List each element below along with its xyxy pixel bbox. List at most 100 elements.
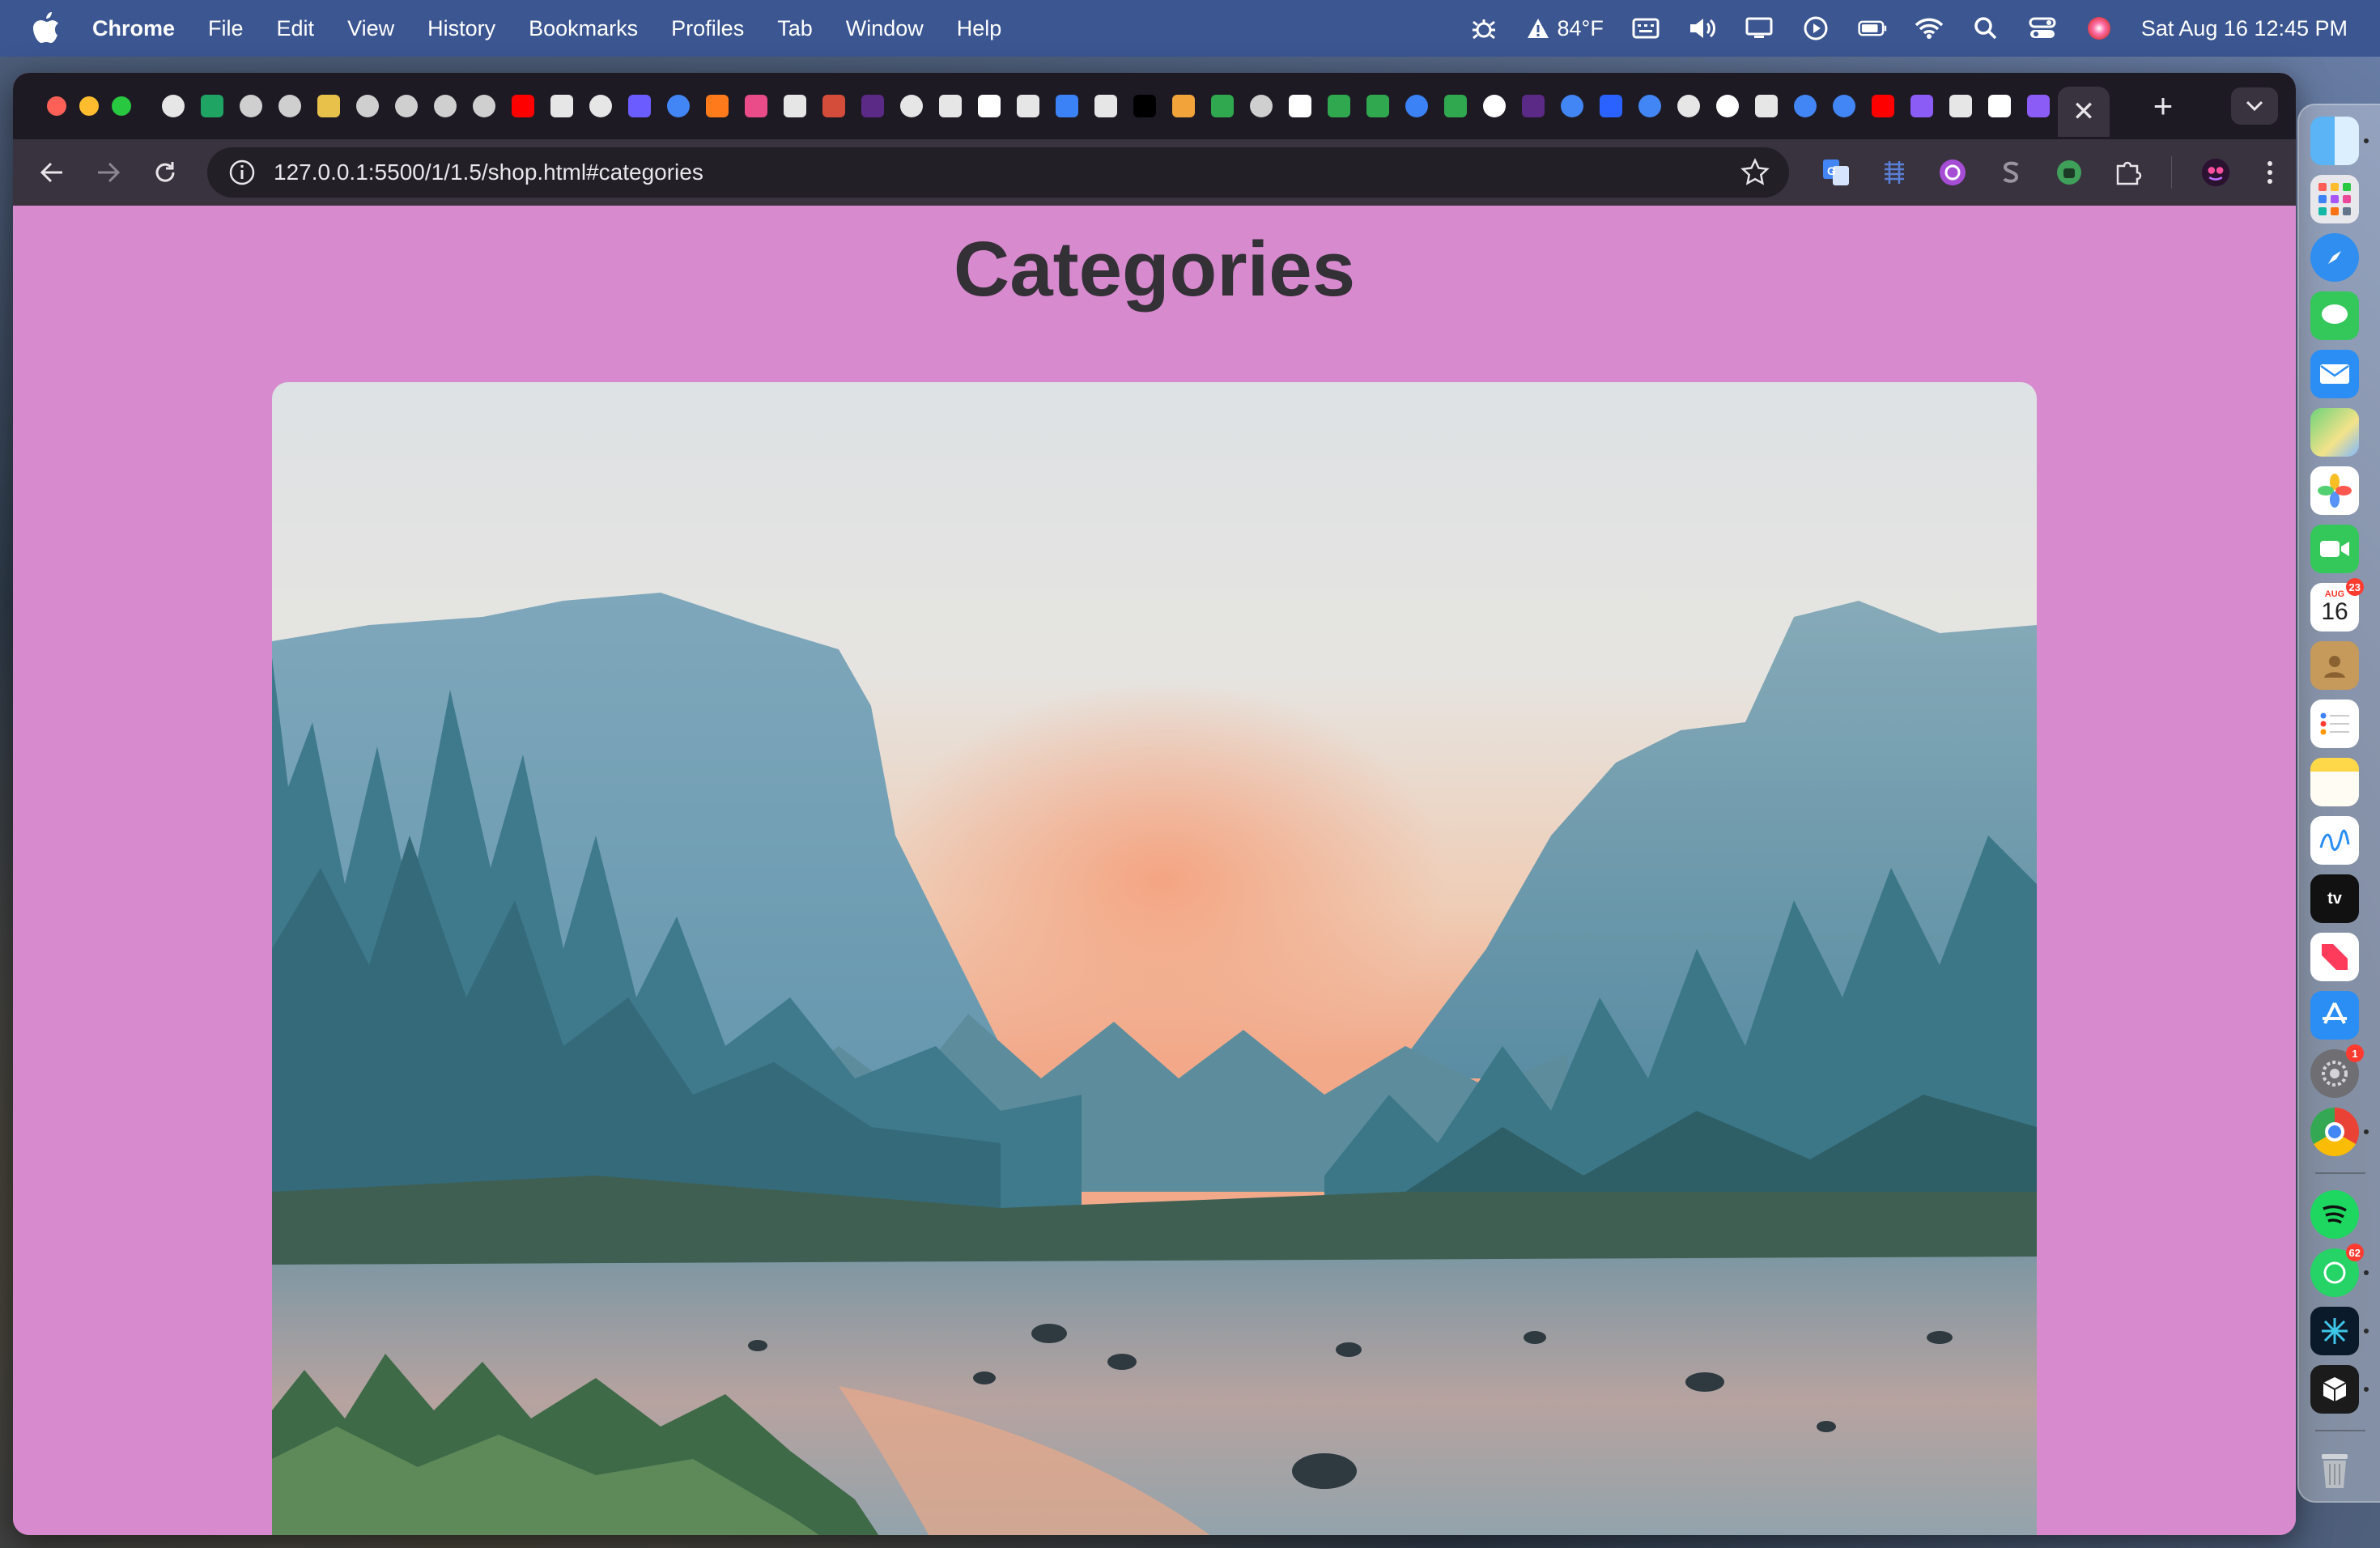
pinned-tab[interactable] [1592, 82, 1630, 130]
battery-icon[interactable] [1858, 14, 1887, 43]
green-extension-icon[interactable] [2055, 158, 2084, 187]
pinned-tab[interactable] [1475, 82, 1514, 130]
reminders-icon[interactable] [2310, 700, 2359, 748]
new-tab-button[interactable]: + [2145, 87, 2181, 125]
pinned-tab[interactable] [154, 82, 193, 130]
cursor-editor-icon[interactable] [2310, 1307, 2369, 1355]
app-store-icon[interactable] [2310, 991, 2359, 1040]
pinned-tab[interactable] [581, 82, 620, 130]
cube-app-icon[interactable] [2310, 1365, 2369, 1414]
pinned-tab[interactable] [270, 82, 309, 130]
menu-view[interactable]: View [347, 16, 394, 41]
trash-icon[interactable] [2310, 1446, 2359, 1495]
display-icon[interactable] [1745, 14, 1774, 43]
pinned-tab[interactable] [931, 82, 970, 130]
menu-tab[interactable]: Tab [777, 16, 813, 41]
pinned-tab[interactable] [542, 82, 581, 130]
pinned-tab[interactable] [814, 82, 853, 130]
reader-extension-icon[interactable] [1880, 158, 1909, 187]
pinned-tab[interactable] [193, 82, 232, 130]
pinned-tab[interactable] [1358, 82, 1397, 130]
pinned-tab[interactable] [892, 82, 931, 130]
pinned-tab[interactable] [1980, 82, 2019, 130]
messages-icon[interactable] [2310, 291, 2359, 340]
wifi-icon[interactable] [1915, 14, 1944, 43]
pinned-tab[interactable] [1164, 82, 1203, 130]
pinned-tab[interactable] [970, 82, 1009, 130]
volume-icon[interactable] [1688, 14, 1717, 43]
tab-search-button[interactable] [2231, 87, 2278, 125]
tab-close-icon[interactable]: ✕ [2072, 96, 2096, 128]
pinned-tab[interactable] [853, 82, 892, 130]
pinned-tab[interactable] [737, 82, 776, 130]
pinned-tab[interactable] [1242, 82, 1281, 130]
google-translate-icon[interactable]: G [1821, 158, 1851, 187]
bug-status-icon[interactable] [1469, 14, 1498, 43]
weather-widget[interactable]: 84°F [1526, 16, 1604, 41]
facetime-icon[interactable] [2310, 525, 2359, 573]
pinned-tab[interactable] [1203, 82, 1242, 130]
window-zoom-button[interactable] [112, 96, 131, 116]
window-close-button[interactable] [47, 96, 66, 116]
apple-menu-icon[interactable] [32, 12, 60, 45]
menubar-clock[interactable]: Sat Aug 16 12:45 PM [2141, 16, 2348, 41]
pinned-tab[interactable] [2019, 82, 2058, 130]
purple-extension-icon[interactable] [1938, 158, 1967, 187]
safari-icon[interactable] [2310, 233, 2359, 282]
pinned-tab[interactable] [698, 82, 737, 130]
pinned-tab[interactable] [426, 82, 465, 130]
pinned-tab[interactable] [387, 82, 426, 130]
pinned-tab[interactable] [659, 82, 698, 130]
reload-button[interactable] [146, 153, 185, 192]
mail-icon[interactable] [2310, 350, 2359, 398]
pinned-tab[interactable] [1009, 82, 1048, 130]
pinned-tab[interactable] [232, 82, 270, 130]
url-text[interactable]: 127.0.0.1:5500/1/1.5/shop.html#categorie… [274, 159, 703, 185]
pinned-tab[interactable] [465, 82, 504, 130]
pinned-tab[interactable] [1320, 82, 1358, 130]
pinned-tab[interactable] [1086, 82, 1125, 130]
apple-tv-icon[interactable]: tv [2310, 874, 2359, 923]
pinned-tab[interactable] [1902, 82, 1941, 130]
profile-avatar[interactable] [2201, 158, 2230, 187]
spotlight-search-icon[interactable] [1971, 14, 2000, 43]
pinned-tab[interactable] [620, 82, 659, 130]
pinned-tab[interactable] [504, 82, 542, 130]
pinned-tab[interactable] [1786, 82, 1825, 130]
bookmark-star-icon[interactable] [1740, 158, 1770, 187]
pinned-tab[interactable] [1747, 82, 1786, 130]
menu-edit[interactable]: Edit [277, 16, 315, 41]
whatsapp-icon[interactable]: 62 [2310, 1244, 2369, 1297]
forward-button[interactable] [89, 153, 128, 192]
menu-bookmarks[interactable]: Bookmarks [529, 16, 638, 41]
keyboard-icon[interactable] [1631, 14, 1660, 43]
pinned-tab[interactable] [1941, 82, 1980, 130]
finder-icon[interactable] [2310, 117, 2369, 165]
address-bar[interactable]: 127.0.0.1:5500/1/1.5/shop.html#categorie… [207, 147, 1789, 198]
pinned-tab[interactable] [1048, 82, 1086, 130]
pinned-tab[interactable] [1825, 82, 1864, 130]
pinned-tab[interactable] [1281, 82, 1320, 130]
menu-help[interactable]: Help [957, 16, 1002, 41]
pinned-tab[interactable] [348, 82, 387, 130]
news-icon[interactable] [2310, 933, 2359, 981]
pinned-tab[interactable] [1553, 82, 1592, 130]
menu-window[interactable]: Window [846, 16, 924, 41]
calendar-icon[interactable]: AUG 16 23 [2310, 578, 2364, 632]
site-info-icon[interactable] [228, 159, 256, 186]
contacts-icon[interactable] [2310, 641, 2359, 690]
pinned-tab[interactable] [1630, 82, 1669, 130]
chrome-icon[interactable] [2310, 1108, 2369, 1156]
menu-history[interactable]: History [427, 16, 495, 41]
maps-icon[interactable] [2310, 408, 2359, 457]
category-hero-image[interactable] [272, 382, 2037, 1535]
more-menu-icon[interactable] [2259, 158, 2280, 187]
back-button[interactable] [32, 153, 71, 192]
play-icon[interactable] [1801, 14, 1830, 43]
notes-icon[interactable] [2310, 758, 2359, 806]
siri-icon[interactable] [2085, 14, 2114, 43]
launchpad-icon[interactable] [2310, 175, 2359, 223]
freeform-icon[interactable] [2310, 816, 2359, 865]
pinned-tab[interactable] [1436, 82, 1475, 130]
spotify-icon[interactable] [2310, 1190, 2359, 1239]
